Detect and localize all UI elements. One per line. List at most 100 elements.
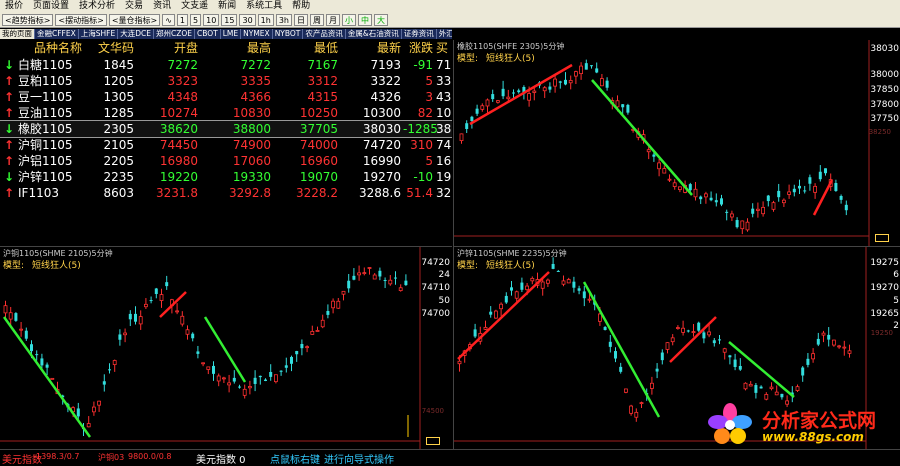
menu-item-2[interactable]: 技术分析 <box>74 1 120 11</box>
candles-copper <box>0 247 421 450</box>
quote-row[interactable]: ↑ IF1103 8603 3231.8 3292.8 3228.2 3288.6 51.4 3… <box>0 185 452 201</box>
scroll-right-button[interactable] <box>875 234 889 242</box>
indicator-button-2[interactable]: <量仓指标> <box>108 13 161 26</box>
quote-open: 3231.8 <box>156 186 198 200</box>
scroll-right-button[interactable] <box>426 437 440 445</box>
quote-chg: 5 <box>425 154 433 168</box>
header-open[interactable]: 开盘 <box>138 40 198 56</box>
tab-10[interactable]: 金属&石油资讯 <box>346 29 402 39</box>
quote-open: 38620 <box>159 122 198 136</box>
header-high[interactable]: 最高 <box>203 40 271 56</box>
quote-row[interactable]: ↑沪铜1105 2105 74450 74900 74000 74720 310747 <box>0 137 452 153</box>
tab-11[interactable]: 证券资讯 <box>402 29 437 39</box>
period-button-3[interactable]: 15 <box>221 13 238 26</box>
menu-item-1[interactable]: 页面设置 <box>28 1 74 11</box>
quote-open: 7272 <box>167 58 198 72</box>
quote-name: 豆一1105 <box>18 90 73 104</box>
menu-bar: 报价 页面设置 技术分析 交易 资讯 文支遥 新闻 系统工具 帮助 <box>0 0 900 12</box>
size-button-1[interactable]: 中 <box>358 13 373 26</box>
axis-label-2: 19270 <box>870 283 899 293</box>
indicator-button-1[interactable]: <摆动指标> <box>55 13 107 26</box>
period-button-0[interactable]: 1 <box>176 13 189 26</box>
quote-name: 橡胶1105 <box>18 122 73 136</box>
size-button-0[interactable]: 小 <box>342 13 357 26</box>
period-button-5[interactable]: 1h <box>257 13 274 26</box>
period-button-2[interactable]: 10 <box>203 13 220 26</box>
period-button-8[interactable]: 周 <box>310 13 325 26</box>
header-low[interactable]: 最低 <box>276 40 338 56</box>
quote-row[interactable]: ↑豆油1105 1285 10274 10830 10250 10300 82102 <box>0 105 452 121</box>
menu-item-8[interactable]: 帮助 <box>287 1 315 11</box>
quote-open: 16980 <box>159 154 198 168</box>
axis-label-1: 6 <box>893 270 899 280</box>
menu-item-6[interactable]: 新闻 <box>213 1 241 11</box>
tab-1[interactable]: 金融CFFEX <box>35 29 79 39</box>
chart-rubber[interactable]: 橡胶1105(SHFE 2305)5分钟 模型: 短线狂人(5) 38030 38… <box>453 40 900 246</box>
period-button-4[interactable]: 30 <box>239 13 256 26</box>
quote-code: 1205 <box>103 74 134 88</box>
quote-open: 10274 <box>159 106 198 120</box>
tab-6[interactable]: LME <box>221 29 242 39</box>
tab-2[interactable]: 上海SHFE <box>79 29 119 39</box>
quote-chg: 82 <box>417 106 433 120</box>
quote-chg: -91 <box>413 58 433 72</box>
status-bar: 美元指数 1398.3/0.7 沪铜03 9800.0/0.8 美元指数 0 点… <box>0 449 900 466</box>
size-button-2[interactable]: 大 <box>374 13 389 26</box>
quote-row[interactable]: ↑ 豆粕1105 1205 3323 3335 3312 3322 5 33 <box>0 73 452 89</box>
status-hint: 点鼠标右键 <box>270 455 320 466</box>
quote-row[interactable]: ↑沪铝1105 2205 16980 17060 16960 16990 5169 <box>0 153 452 169</box>
trend-arrow-icon: ↑ <box>3 186 15 200</box>
header-last[interactable]: 最新 <box>341 40 401 56</box>
axis-label-4: 37750 <box>870 114 899 124</box>
period-button-1[interactable]: 5 <box>190 13 202 26</box>
header-chg[interactable]: 涨跌 <box>403 40 433 56</box>
period-button-7[interactable]: 日 <box>294 13 309 26</box>
watermark-title: 分析家公式网 <box>762 410 877 432</box>
tab-3[interactable]: 大连DCE <box>118 29 154 39</box>
quote-extra: 328 <box>436 186 452 200</box>
quote-name: 沪铝1105 <box>18 154 73 168</box>
quote-chg: -1285 <box>403 122 438 136</box>
quote-chg: 3 <box>425 90 433 104</box>
quote-row[interactable]: ↑ 豆一1105 1305 4348 4366 4315 4326 3 43 <box>0 89 452 105</box>
menu-item-5[interactable]: 文支遥 <box>176 1 213 11</box>
candles-rubber <box>454 40 870 246</box>
tab-0[interactable]: 我的页面 <box>0 29 35 39</box>
quote-row[interactable]: ↓ 白糖1105 1845 7272 7272 7167 7193 -91 71 <box>0 57 452 73</box>
menu-item-3[interactable]: 交易 <box>120 1 148 11</box>
trend-arrow-icon: ↓ <box>3 122 15 136</box>
status-item1-value: 1398.3/0.7 <box>36 452 80 461</box>
menu-item-0[interactable]: 报价 <box>0 1 28 11</box>
period-button-6[interactable]: 3h <box>275 13 293 26</box>
indicator-button-0[interactable]: <趋势指标> <box>2 13 54 26</box>
axis-label-5: 2 <box>893 321 899 331</box>
price-axis: 74720 24 74710 50 74700 74500 <box>418 247 452 450</box>
header-name[interactable]: 品种名称 <box>34 40 94 56</box>
quote-name: 豆油1105 <box>18 106 73 120</box>
quote-extra: 747 <box>436 138 452 152</box>
tab-5[interactable]: CBOT <box>195 29 221 39</box>
quote-last: 3322 <box>370 74 401 88</box>
quote-row[interactable]: ↓沪锌1105 2235 19220 19330 19070 19270 -10192 <box>0 169 452 185</box>
tab-12[interactable]: 外汇 <box>437 29 452 39</box>
tab-9[interactable]: 农产品资讯 <box>303 29 346 39</box>
tab-8[interactable]: NYBOT <box>273 29 304 39</box>
tab-7[interactable]: NYMEX <box>241 29 273 39</box>
header-code[interactable]: 文华码 <box>86 40 134 56</box>
period-button-9[interactable]: 月 <box>326 13 341 26</box>
trend-arrow-icon: ↑ <box>3 74 15 88</box>
tab-4[interactable]: 郑州CZOE <box>154 29 195 39</box>
chart-copper[interactable]: 沪铜1105(SHME 2105)5分钟 模型: 短线狂人(5) 74720 24… <box>0 246 452 450</box>
menu-item-4[interactable]: 资讯 <box>148 1 176 11</box>
axis-label-1: 38000 <box>870 70 899 80</box>
quote-last: 4326 <box>370 90 401 104</box>
quote-row[interactable]: ↓橡胶1105 2305 38620 38800 37705 38030-1285380 <box>0 120 452 138</box>
axis-dim: 38250 <box>868 128 891 136</box>
menu-item-7[interactable]: 系统工具 <box>241 1 287 11</box>
axis-label-0: 19275 <box>870 258 899 268</box>
flower-icon <box>708 403 752 444</box>
axis-label-3: 37800 <box>870 100 899 110</box>
wave-icon[interactable]: ∿ <box>162 13 175 26</box>
quote-code: 1285 <box>103 106 134 120</box>
header-extra[interactable]: 买 <box>436 40 452 56</box>
